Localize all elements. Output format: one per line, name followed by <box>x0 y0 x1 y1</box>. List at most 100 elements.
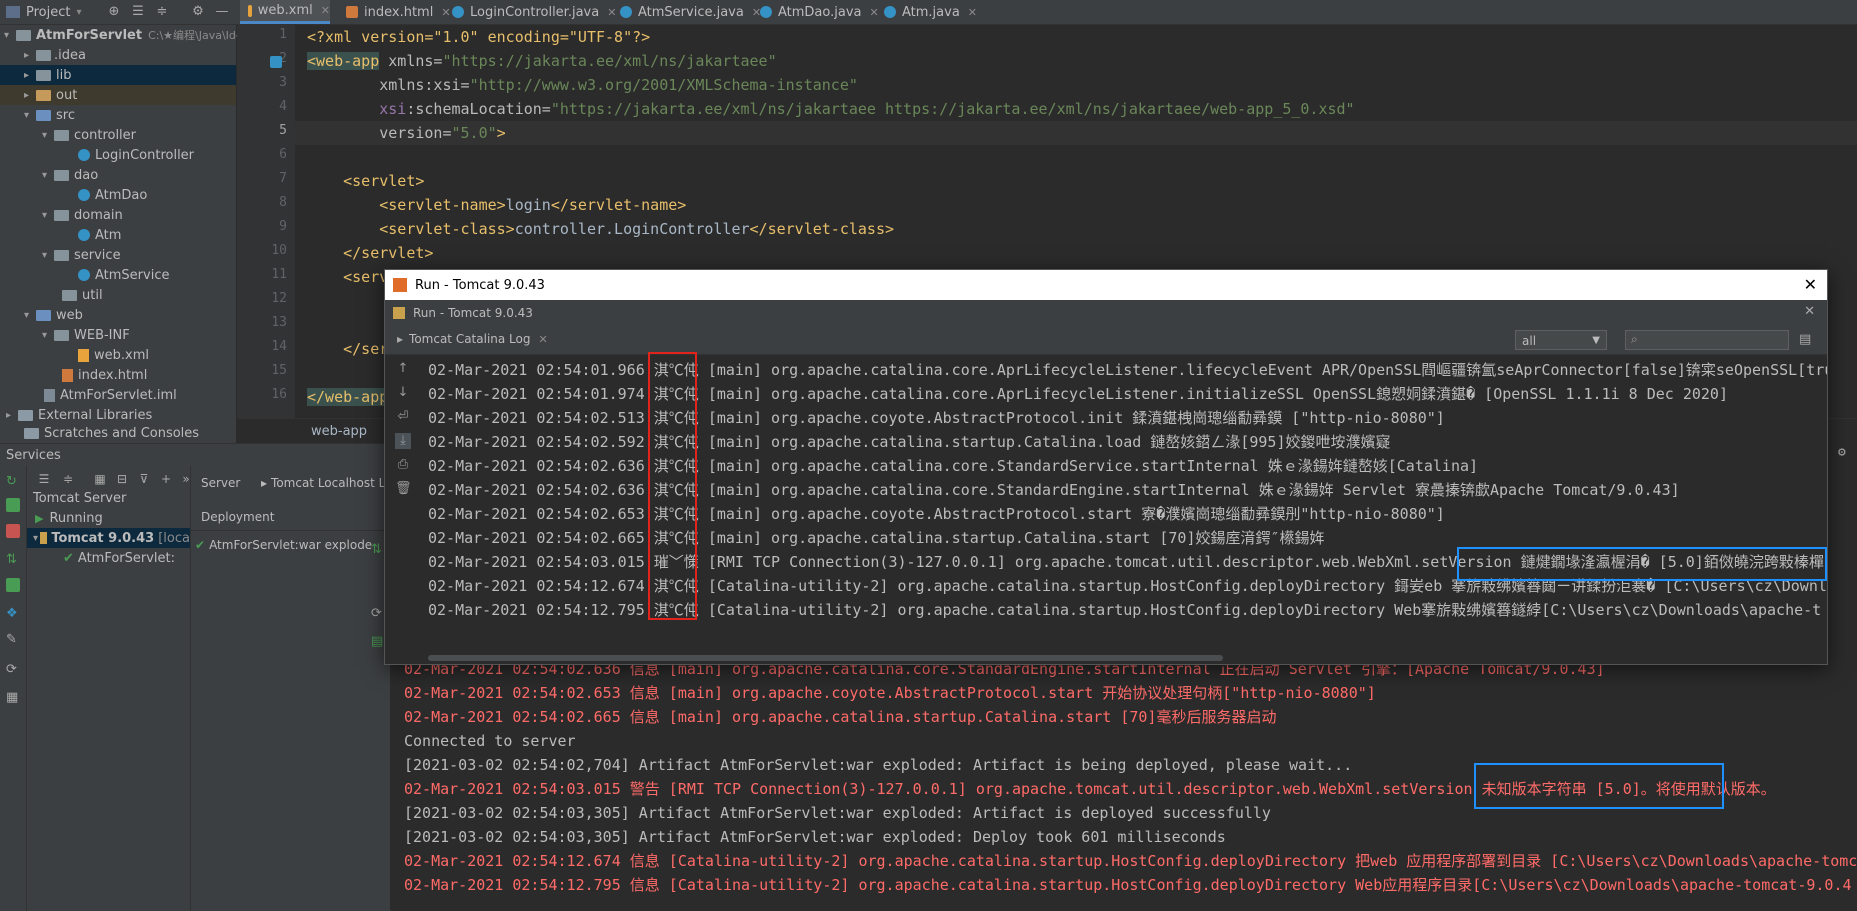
deployment-item[interactable]: ✔ AtmForServlet:war explode <box>195 538 372 552</box>
close-icon[interactable]: ✕ <box>1804 275 1817 294</box>
tab-atm-dao[interactable]: AtmDao.java ✕ <box>760 0 879 24</box>
tree-item-index-html[interactable]: index.html <box>62 365 147 385</box>
rerun-icon[interactable]: ↻ <box>6 474 20 489</box>
breadcrumb-item[interactable]: web-app <box>311 424 367 439</box>
deploy-icon[interactable]: ⇅ <box>6 552 20 567</box>
chevron-down-icon[interactable]: ▾ <box>42 330 54 341</box>
deploy-target-icon[interactable]: ▤ <box>371 634 383 649</box>
tab-atm[interactable]: Atm.java ✕ <box>884 0 977 24</box>
close-icon[interactable]: ✕ <box>1804 304 1815 319</box>
horizontal-scrollbar[interactable] <box>428 655 1223 661</box>
tree-item-login-controller[interactable]: LoginController <box>78 145 194 165</box>
chevron-down-icon[interactable]: ▾ <box>42 250 54 261</box>
tree-item-controller[interactable]: ▾ controller <box>42 125 136 145</box>
tree-item-iml[interactable]: AtmForServlet.iml <box>44 385 177 405</box>
tree-item-external-libraries[interactable]: ▸ External Libraries <box>6 405 152 425</box>
layout-icon[interactable]: ▦ <box>6 690 20 705</box>
minimize-icon[interactable]: — <box>214 4 230 20</box>
chevron-right-icon[interactable]: ▸ <box>24 90 36 101</box>
stop-icon[interactable] <box>6 524 20 538</box>
tab-login-controller[interactable]: LoginController.java ✕ <box>452 0 616 24</box>
web-descriptor-icon[interactable] <box>270 56 282 68</box>
debug-icon[interactable] <box>6 498 20 512</box>
deploy-icon[interactable]: ⇅ <box>371 542 382 557</box>
chevron-down-icon[interactable]: ▾ <box>42 130 54 141</box>
layout-icon[interactable]: ⊟ <box>114 472 130 486</box>
tab-index-html[interactable]: index.html ✕ <box>346 0 451 24</box>
run-icon[interactable] <box>6 578 20 592</box>
tree-item-atm-service[interactable]: AtmService <box>78 265 169 285</box>
tree-item-label: web.xml <box>94 347 149 363</box>
chevron-right-icon[interactable]: ▸ <box>6 410 18 421</box>
tab-server[interactable]: Server <box>201 476 240 490</box>
chevron-down-icon[interactable]: ▾ <box>24 110 36 121</box>
tree-root[interactable]: ▾ AtmForServlet C:\★编程\Java\Ide <box>4 25 243 45</box>
close-icon[interactable]: ✕ <box>607 6 616 19</box>
expand-all-icon[interactable]: ≑ <box>154 4 170 20</box>
tree-item-atm[interactable]: Atm <box>78 225 121 245</box>
tree-item-running[interactable]: ▶ Running <box>35 508 103 528</box>
tree-item-domain[interactable]: ▾ domain <box>42 205 123 225</box>
group-icon[interactable]: ▦ <box>92 472 108 486</box>
line-number: 6 <box>279 147 287 162</box>
tree-item-artifact[interactable]: ✔ AtmForServlet: <box>63 548 175 568</box>
add-icon[interactable]: + <box>158 472 174 486</box>
log-lines[interactable]: 02-Mar-2021 02:54:01.966 淇℃伅 [main] org.… <box>385 356 1827 654</box>
gear-icon[interactable]: ⚙ <box>190 4 206 20</box>
chevron-right-icon[interactable]: ▸ <box>24 50 36 61</box>
tree-item-tomcat-server[interactable]: Tomcat Server <box>33 488 126 508</box>
xml-tag: </servlet> <box>343 244 434 262</box>
expand-all-icon[interactable]: ☰ <box>36 472 52 486</box>
tree-item-web-inf[interactable]: ▾ WEB-INF <box>42 325 130 345</box>
tomcat-icon <box>40 532 48 544</box>
tree-item-web-xml[interactable]: web.xml <box>78 345 149 365</box>
editor-gutter: 1 2 3 4 5 6 7 8 9 10 11 12 13 14 15 16 <box>237 25 295 418</box>
log-timestamp: 02-Mar-2021 02:54:02.636 <box>428 481 645 499</box>
tree-item-dao[interactable]: ▾ dao <box>42 165 98 185</box>
close-icon[interactable]: ✕ <box>968 6 977 19</box>
tab-atm-service[interactable]: AtmService.java ✕ <box>620 0 761 24</box>
chevron-down-icon[interactable]: ▾ <box>42 210 54 221</box>
collapse-all-icon[interactable]: ≑ <box>60 472 76 486</box>
tree-item-tomcat-instance[interactable]: ▾ Tomcat 9.0.43 [loca <box>27 528 190 548</box>
close-icon[interactable]: ✕ <box>870 6 879 19</box>
refresh-icon[interactable]: ⟳ <box>6 662 20 677</box>
close-icon[interactable]: ✕ <box>441 6 450 19</box>
close-icon[interactable]: ✕ <box>539 333 548 346</box>
log-message: [main] org.apache.catalina.core.AprLifec… <box>707 385 1728 403</box>
collapse-all-icon[interactable]: ☰ <box>130 4 146 20</box>
layout-icon[interactable]: ▤ <box>1799 332 1811 347</box>
chevron-down-icon[interactable]: ▾ <box>24 310 36 321</box>
tree-item-idea[interactable]: ▸ . idea <box>24 45 86 65</box>
chevron-down-icon[interactable]: ▾ <box>33 533 40 544</box>
log-timestamp: 02-Mar-2021 02:54:02.513 <box>428 409 645 427</box>
tree-item-atm-dao[interactable]: AtmDao <box>78 185 147 205</box>
gear-icon[interactable]: ⚙ <box>1838 445 1846 460</box>
globe-icon[interactable]: ⊕ <box>106 4 122 20</box>
settings-icon[interactable]: ❖ <box>6 606 20 621</box>
tree-item-scratches[interactable]: Scratches and Consoles <box>24 423 199 443</box>
wrench-icon[interactable]: ✎ <box>6 632 20 647</box>
filter-icon[interactable]: ⊽ <box>136 472 152 486</box>
log-filter-select[interactable]: all ▼ <box>1515 330 1607 350</box>
chevron-down-icon[interactable]: ▾ <box>76 7 81 18</box>
tree-item-out[interactable]: ▸ out <box>0 85 236 105</box>
log-timestamp: 02-Mar-2021 02:54:12.795 <box>428 601 645 619</box>
refresh-icon[interactable]: ⟳ <box>371 606 382 621</box>
tab-web-xml[interactable]: web.xml ✕ <box>240 0 330 24</box>
chevron-right-icon[interactable]: ▸ <box>24 70 36 81</box>
tab-tomcat-localhost-log[interactable]: ▸ Tomcat Localhost Lo <box>261 476 392 490</box>
dialog-title: Run - Tomcat 9.0.43 <box>415 277 545 293</box>
close-icon[interactable]: ✕ <box>321 4 330 17</box>
tree-item-service[interactable]: ▾ service <box>42 245 121 265</box>
tree-item-web[interactable]: ▾ web <box>24 305 83 325</box>
tab-catalina-log[interactable]: ▸ Tomcat Catalina Log ✕ <box>397 332 548 346</box>
tree-item-src[interactable]: ▾ src <box>24 105 75 125</box>
log-icon: ▸ <box>397 332 404 346</box>
tree-item-label: Tomcat 9.0.43 <box>51 530 155 546</box>
chevron-down-icon[interactable]: ▾ <box>42 170 54 181</box>
tree-item-lib[interactable]: ▸ lib <box>0 65 236 85</box>
tree-item-util[interactable]: util <box>62 285 103 305</box>
log-search-input[interactable]: ⌕ <box>1625 330 1789 350</box>
chevron-down-icon[interactable]: ▾ <box>4 30 16 41</box>
